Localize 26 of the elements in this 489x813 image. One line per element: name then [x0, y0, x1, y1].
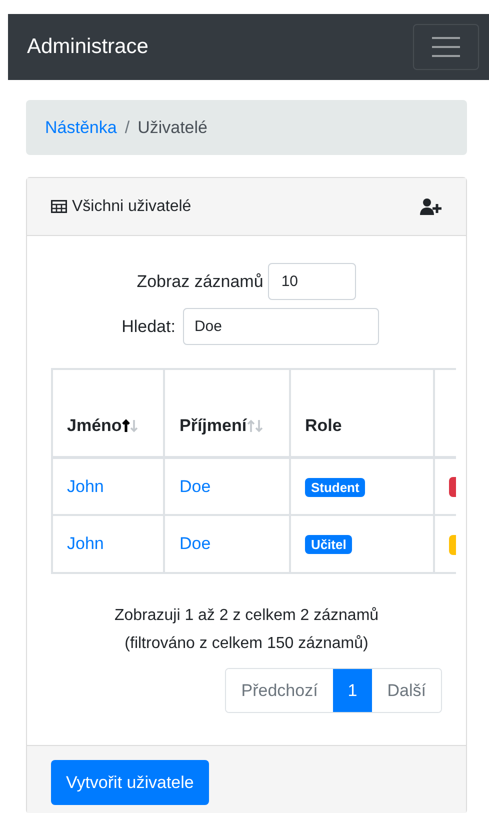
search-field[interactable]: Doe [183, 308, 380, 345]
create-user-button[interactable]: Vytvořit uživatele [51, 760, 209, 805]
breadcrumb-current: Uživatelé [138, 116, 208, 139]
column-header[interactable]: Příjmení [164, 369, 290, 457]
menu-icon [431, 35, 461, 59]
table-info: Zobrazuji 1 až 2 z celkem 2 záznamů [114, 606, 379, 626]
search-label: Hledat: [122, 316, 176, 338]
role-badge: Student [304, 478, 366, 496]
length-label: Zobraz záznamů [136, 270, 264, 293]
breadcrumb-separator: / [124, 116, 130, 139]
add-user-icon[interactable] [420, 198, 442, 215]
length-field[interactable]: 10 [268, 263, 356, 300]
card-title: Všichni uživatelé [72, 196, 192, 216]
name-link[interactable]: John [67, 534, 104, 554]
column-header: Role [290, 369, 434, 457]
role-badge: Učitel [304, 535, 352, 554]
name-link[interactable]: Doe [179, 476, 211, 496]
brand-link[interactable]: Administrace [27, 31, 148, 63]
menu-button[interactable] [413, 24, 479, 70]
name-link[interactable]: John [67, 476, 104, 496]
breadcrumb-link[interactable]: Nástěnka [45, 114, 117, 140]
column-header[interactable]: Jméno [52, 369, 164, 457]
table-info: (filtrováno z celkem 150 záznamů) [124, 634, 368, 654]
page-button[interactable]: 1 [332, 669, 372, 712]
name-link[interactable]: Doe [179, 534, 211, 554]
table-icon [51, 200, 67, 213]
